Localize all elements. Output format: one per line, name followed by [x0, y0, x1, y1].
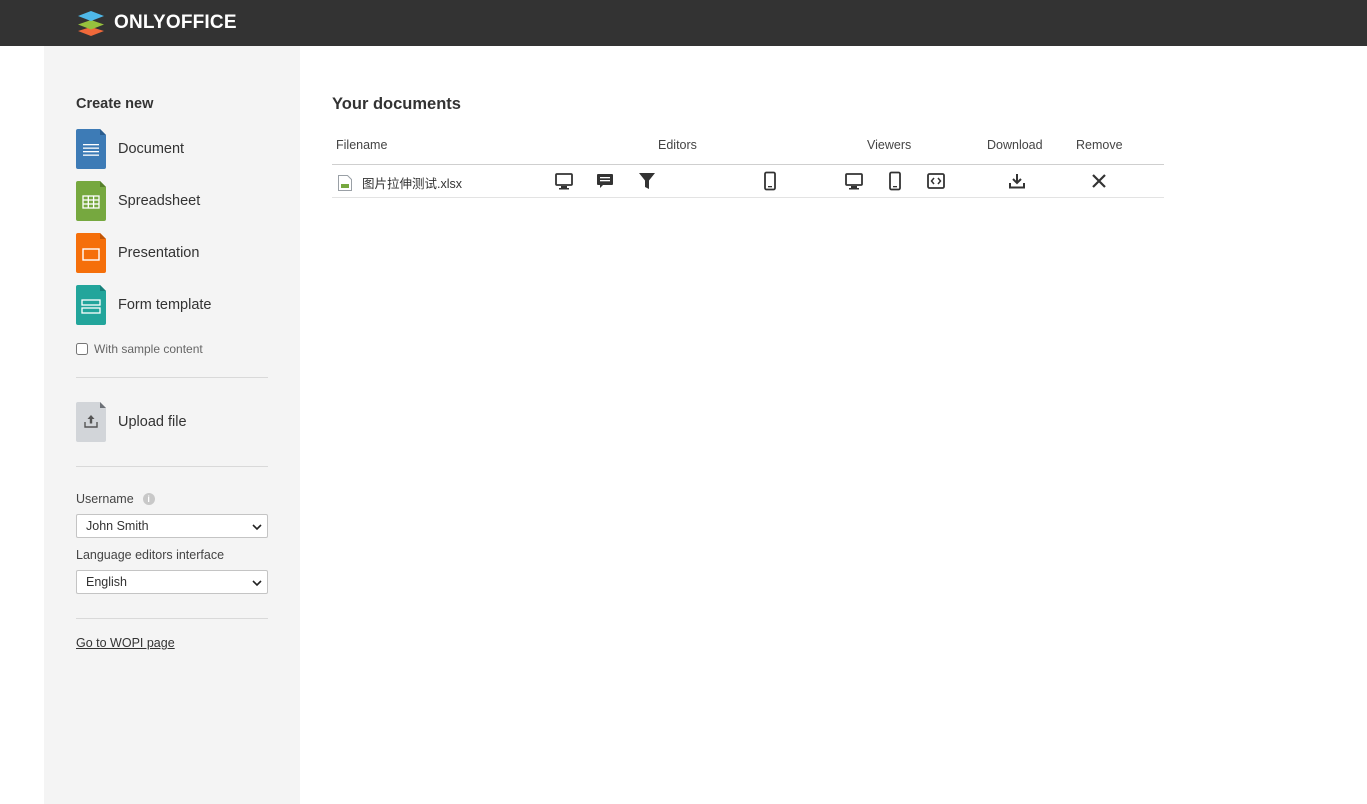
file-name-cell[interactable]: 图片拉伸测试.xlsx: [338, 173, 462, 192]
sample-content-option[interactable]: With sample content: [76, 342, 203, 356]
create-spreadsheet-label: Spreadsheet: [118, 193, 200, 209]
sample-content-checkbox[interactable]: [76, 343, 88, 355]
logo[interactable]: ONLYOFFICE: [76, 8, 237, 38]
page-title: Your documents: [332, 95, 461, 114]
onlyoffice-logo-icon: [76, 9, 106, 37]
username-value: John Smith: [86, 519, 149, 533]
create-form-template-label: Form template: [118, 297, 211, 313]
wopi-page-link[interactable]: Go to WOPI page: [76, 636, 175, 650]
language-label: Language editors interface: [76, 548, 224, 562]
view-embedded-button[interactable]: [926, 171, 946, 191]
presentation-file-icon: [76, 233, 106, 273]
edit-desktop-button[interactable]: [554, 171, 574, 191]
username-select[interactable]: John Smith: [76, 514, 268, 538]
view-mobile-button[interactable]: [885, 171, 905, 191]
info-icon[interactable]: i: [143, 493, 155, 505]
upload-file-label: Upload file: [118, 414, 187, 430]
create-document-label: Document: [118, 141, 184, 157]
column-header-download: Download: [987, 138, 1043, 152]
column-header-viewers: Viewers: [867, 138, 911, 152]
filter-icon: [637, 171, 657, 191]
upload-file-button[interactable]: Upload file: [76, 402, 268, 442]
chevron-down-icon: [251, 577, 263, 589]
create-presentation-button[interactable]: Presentation: [76, 233, 268, 273]
mobile-icon: [760, 171, 780, 191]
sample-content-label: With sample content: [94, 342, 203, 356]
file-name: 图片拉伸测试.xlsx: [362, 173, 462, 192]
sidebar: Create new Document Spread: [44, 46, 300, 804]
column-header-filename: Filename: [336, 138, 387, 152]
column-header-editors: Editors: [658, 138, 697, 152]
divider: [76, 466, 268, 467]
spreadsheet-file-icon: [338, 175, 352, 191]
upload-file-icon: [76, 402, 106, 442]
download-icon: [1007, 171, 1027, 191]
divider: [76, 377, 268, 378]
create-new-title: Create new: [76, 96, 153, 112]
edit-filter-button[interactable]: [637, 171, 657, 191]
spreadsheet-file-icon: [76, 181, 106, 221]
remove-button[interactable]: [1089, 171, 1109, 191]
edit-mobile-button[interactable]: [760, 171, 780, 191]
brand-name: ONLYOFFICE: [114, 12, 237, 34]
create-document-button[interactable]: Document: [76, 129, 268, 169]
header-divider: [332, 164, 1164, 165]
username-label: Username i: [76, 492, 155, 506]
create-presentation-label: Presentation: [118, 245, 199, 261]
embed-icon: [926, 171, 946, 191]
chevron-down-icon: [251, 521, 263, 533]
top-bar: ONLYOFFICE: [0, 0, 1367, 46]
desktop-icon: [554, 171, 574, 191]
language-select[interactable]: English: [76, 570, 268, 594]
divider: [76, 618, 268, 619]
document-file-icon: [76, 129, 106, 169]
mobile-icon: [885, 171, 905, 191]
desktop-icon: [844, 171, 864, 191]
view-desktop-button[interactable]: [844, 171, 864, 191]
create-form-template-button[interactable]: Form template: [76, 285, 268, 325]
language-value: English: [86, 575, 127, 589]
download-button[interactable]: [1007, 171, 1027, 191]
username-label-text: Username: [76, 492, 134, 506]
form-template-file-icon: [76, 285, 106, 325]
create-spreadsheet-button[interactable]: Spreadsheet: [76, 181, 268, 221]
row-divider: [332, 197, 1164, 198]
edit-comment-button[interactable]: [595, 171, 615, 191]
column-header-remove: Remove: [1076, 138, 1123, 152]
comment-icon: [595, 171, 615, 191]
close-icon: [1089, 171, 1109, 191]
